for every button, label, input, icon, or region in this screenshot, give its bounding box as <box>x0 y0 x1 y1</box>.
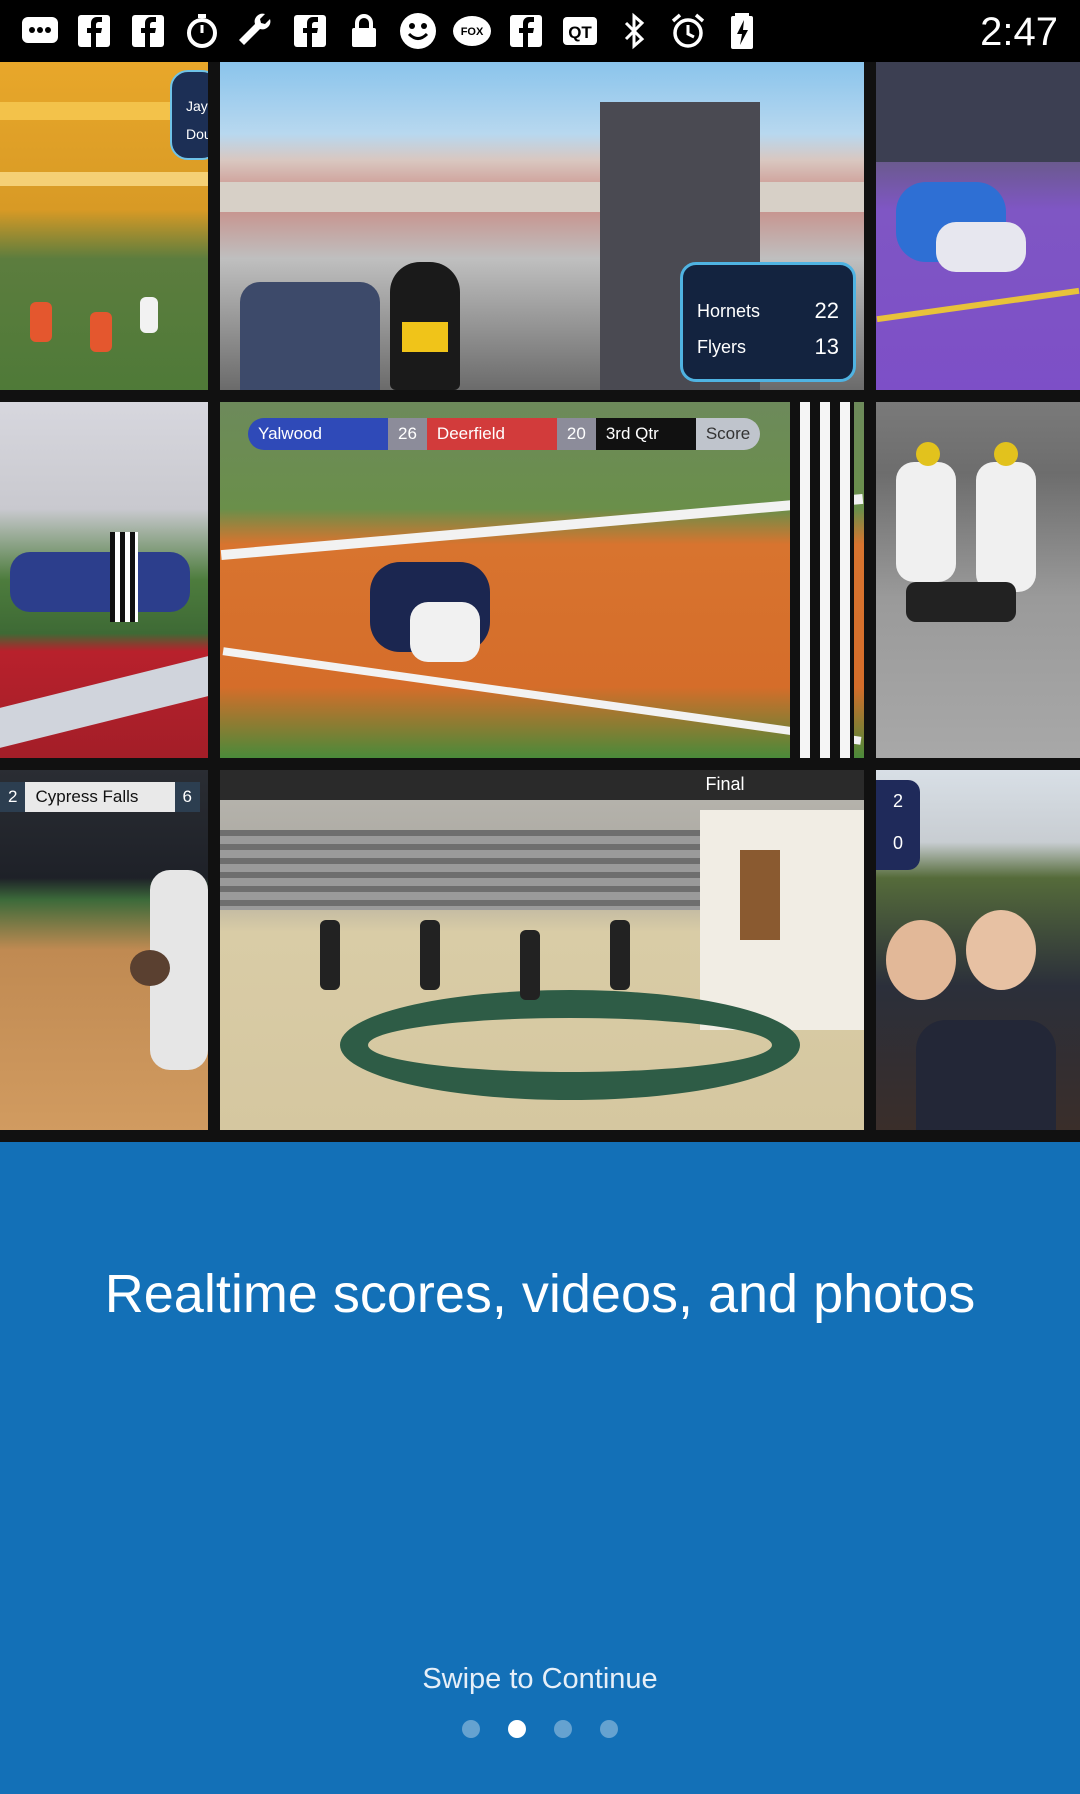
status-bar: FOX QT 2:47 <box>0 0 1080 62</box>
smiley-icon <box>398 11 438 51</box>
score-bar-period: 3rd Qtr <box>595 418 696 450</box>
score-overlay-score: 2 <box>892 791 903 811</box>
score-bar: Yalwood 26 Deerfield 20 3rd Qtr Score <box>248 418 761 450</box>
facebook-icon <box>74 11 114 51</box>
score-overlay-score: 13 <box>814 334 839 359</box>
score-bar: 2 Cypress Falls 6 <box>0 782 200 812</box>
status-time: 2:47 <box>980 10 1058 54</box>
page-indicator-dot[interactable] <box>554 1720 572 1738</box>
wrench-icon <box>236 11 276 51</box>
final-label: Final <box>705 774 745 794</box>
wrestling-tile <box>876 62 1080 390</box>
page-indicator-dot[interactable] <box>600 1720 618 1738</box>
cheerleaders-tile <box>0 402 208 758</box>
battery-charging-icon <box>722 11 762 51</box>
message-icon <box>20 11 60 51</box>
facebook-icon <box>128 11 168 51</box>
sports-photo-collage: Jay Dou Hornets 22 Flyers 13 Yalwood 26 … <box>0 62 1080 1142</box>
score-bar-score: 26 <box>388 418 427 450</box>
svg-text:QT: QT <box>568 23 592 42</box>
bluetooth-icon <box>614 11 654 51</box>
score-overlay-team: Hornets <box>697 301 761 321</box>
status-icons: FOX QT <box>20 8 762 54</box>
score-bar-team: Cypress Falls <box>25 782 175 812</box>
lock-icon <box>344 11 384 51</box>
page-indicator-dot[interactable] <box>462 1720 480 1738</box>
softball-tile: 2 Cypress Falls 6 <box>0 770 208 1130</box>
score-overlay-team: Dou <box>186 126 208 142</box>
facebook-icon <box>506 11 546 51</box>
score-bar-score: 6 <box>182 787 192 806</box>
score-overlay-score: 0 <box>892 833 903 853</box>
page-indicator <box>0 1720 1080 1738</box>
score-overlay-team: Flyers <box>697 337 746 357</box>
alarm-icon <box>668 11 708 51</box>
score-bar-score: 2 <box>8 787 18 806</box>
football-endzone-tile: Yalwood 26 Deerfield 20 3rd Qtr Score <box>220 402 864 758</box>
score-bar-label: Score <box>695 418 761 450</box>
score-overlay-score: 22 <box>814 298 839 323</box>
svg-text:FOX: FOX <box>461 26 484 38</box>
score-overlay-team: Jay <box>186 98 208 114</box>
swipe-to-continue-label[interactable]: Swipe to Continue <box>0 1662 1080 1696</box>
score-bar-score: 20 <box>556 418 596 450</box>
score-bar-team: Deerfield <box>426 418 557 450</box>
qt-icon: QT <box>560 11 600 51</box>
football-stadium-tile: Jay Dou <box>0 62 208 390</box>
score-bar-team: Yalwood <box>248 418 388 450</box>
stadium-mascot-tile: Hornets 22 Flyers 13 <box>220 62 864 390</box>
youth-football-tile <box>876 402 1080 758</box>
crowd-celebration-tile: 2 0 <box>876 770 1080 1130</box>
facebook-icon <box>290 11 330 51</box>
stopwatch-icon <box>182 11 222 51</box>
page-indicator-dot-active[interactable] <box>508 1720 526 1738</box>
volleyball-gym-tile: Final <box>220 770 864 1130</box>
onboarding-headline: Realtime scores, videos, and photos <box>104 1264 976 1324</box>
fox-sports-icon: FOX <box>452 11 492 51</box>
